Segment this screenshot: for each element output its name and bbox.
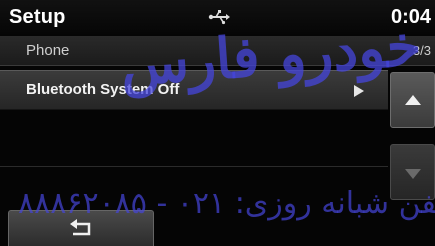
section-label: Phone: [26, 42, 70, 59]
list-item-label: Bluetooth System Off: [26, 81, 180, 98]
page-indicator: 3/3: [412, 43, 431, 58]
scroll-up-button[interactable]: [390, 72, 435, 128]
usb-icon: [208, 10, 230, 25]
clock: 0:04: [390, 6, 431, 28]
play-arrow-icon: [354, 85, 364, 97]
page-title: Setup: [9, 6, 66, 28]
list-item-bluetooth-system-off[interactable]: Bluetooth System Off: [0, 70, 388, 110]
scroll-controls: [390, 68, 435, 246]
back-button[interactable]: [8, 210, 154, 246]
status-bar: Setup 0:04: [0, 0, 435, 34]
arrow-up-icon: [405, 95, 421, 105]
section-header: Phone 3/3: [0, 36, 435, 66]
return-icon: [70, 219, 91, 236]
arrow-down-icon: [405, 169, 421, 179]
scroll-down-button[interactable]: [390, 144, 435, 200]
row-divider: [0, 166, 388, 167]
setup-screen: Setup 0:04 Phone 3/3 Bluetooth System Of…: [0, 0, 435, 246]
